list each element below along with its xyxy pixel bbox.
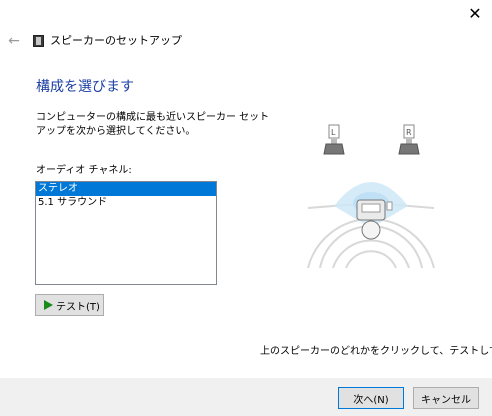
test-button-label: テスト(T)	[56, 301, 100, 313]
listener-head	[361, 220, 381, 240]
channel-option-stereo[interactable]: ステレオ	[36, 182, 216, 196]
left-speaker-label: L	[331, 128, 336, 137]
play-icon	[44, 300, 53, 310]
speaker-diagram: L R	[307, 124, 435, 268]
channel-option-5-1-surround[interactable]: 5.1 サラウンド	[36, 196, 216, 210]
test-button[interactable]: テスト(T)	[35, 294, 104, 316]
right-speaker: R	[398, 124, 420, 155]
test-hint-text: 上のスピーカーのどれかをクリックして、テストしてくださ	[260, 346, 492, 357]
room-arc-3	[332, 239, 410, 268]
room-arc-inner	[345, 250, 397, 268]
close-icon[interactable]: ✕	[466, 5, 484, 23]
right-speaker-label: R	[406, 128, 412, 137]
left-speaker: L	[323, 124, 345, 155]
audio-channels-listbox[interactable]: ステレオ 5.1 サラウンド	[35, 181, 217, 285]
cancel-button[interactable]: キャンセル	[413, 387, 479, 409]
audio-channels-label: オーディオ チャネル:	[36, 165, 132, 176]
window-title: スピーカーのセットアップ	[50, 34, 182, 47]
back-arrow-icon[interactable]: ←	[6, 33, 22, 49]
instruction-text: コンピューターの構成に最も近いスピーカー セットアップを次から選択してください。	[36, 112, 270, 137]
footer-bar: 次へ(N) キャンセル	[0, 378, 492, 416]
page-heading: 構成を選びます	[36, 79, 134, 95]
next-button[interactable]: 次へ(N)	[338, 387, 404, 409]
speaker-setup-icon	[33, 35, 44, 47]
